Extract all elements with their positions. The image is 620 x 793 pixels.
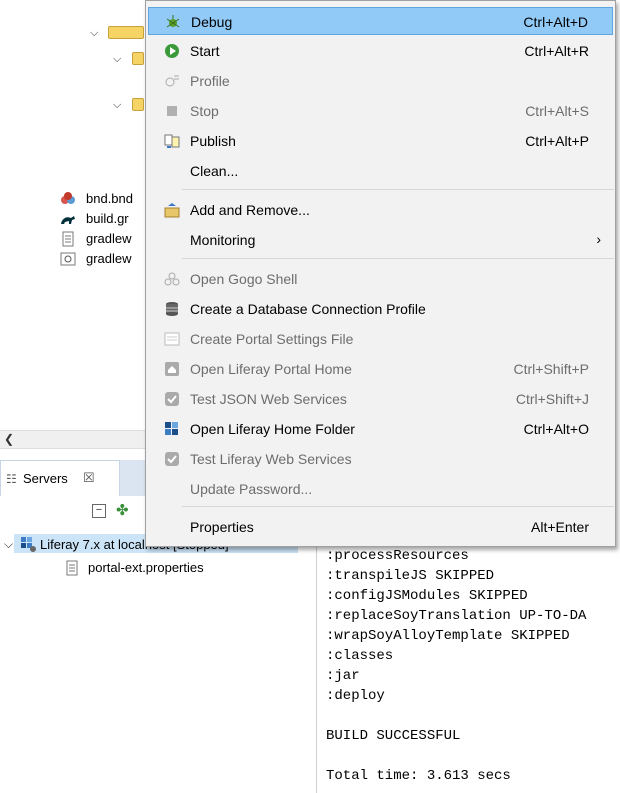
servers-icon: ☷ (6, 472, 17, 486)
menu-item-open-home-folder[interactable]: Open Liferay Home Folder Ctrl+Alt+O (148, 415, 613, 443)
menu-item-open-gogo-shell[interactable]: Open Gogo Shell (148, 265, 613, 293)
console-line: :deploy (326, 688, 385, 704)
menu-item-label: Clean... (190, 163, 239, 179)
menu-item-label: Properties (190, 519, 254, 535)
tab-label: Servers (23, 471, 68, 486)
scroll-left-arrow-icon[interactable]: ❮ (4, 431, 14, 448)
menu-item-properties[interactable]: Properties Alt+Enter (148, 513, 613, 541)
console-line: :processResources (326, 548, 469, 564)
folder-icon (108, 26, 144, 39)
debug-icon[interactable]: ✤ (116, 501, 129, 519)
menu-item-shortcut: Ctrl+Alt+D (523, 14, 588, 30)
menu-item-label: Create Portal Settings File (190, 331, 354, 347)
gogo-shell-icon (164, 271, 180, 287)
menu-item-label: Monitoring (190, 232, 256, 248)
folder-icon (132, 98, 144, 111)
menu-item-label: Stop (190, 103, 219, 119)
properties-file-icon (64, 560, 80, 576)
start-icon (164, 43, 180, 59)
menu-item-debug[interactable]: Debug Ctrl+Alt+D (148, 7, 613, 35)
settings-file-icon (164, 331, 180, 347)
menu-item-start[interactable]: Start Ctrl+Alt+R (148, 37, 613, 65)
menu-item-create-portal-settings[interactable]: Create Portal Settings File (148, 325, 613, 353)
menu-item-stop[interactable]: Stop Ctrl+Alt+S (148, 97, 613, 125)
menu-item-label: Open Gogo Shell (190, 271, 298, 287)
menu-item-shortcut: Ctrl+Alt+P (525, 133, 589, 149)
menu-item-shortcut: Ctrl+Shift+P (513, 361, 589, 377)
console-line: :classes (326, 648, 394, 664)
debug-icon (165, 14, 181, 30)
horizontal-scrollbar[interactable]: ❮ (0, 430, 145, 449)
home-icon (164, 361, 180, 377)
menu-item-shortcut: Ctrl+Alt+S (525, 103, 589, 119)
text-file-icon (60, 231, 76, 247)
profile-icon (164, 73, 180, 89)
menu-separator (182, 506, 614, 507)
tree-item-label: gradlew (86, 231, 132, 246)
console-line: :transpileJS SKIPPED (326, 568, 495, 584)
menu-separator (182, 258, 614, 259)
web-services-icon (164, 451, 180, 467)
menu-item-test-json-ws[interactable]: Test JSON Web Services Ctrl+Shift+J (148, 385, 613, 413)
chevron-down-icon[interactable]: ⌵ (90, 28, 100, 39)
menu-item-create-db-profile[interactable]: Create a Database Connection Profile (148, 295, 613, 323)
batch-file-icon (60, 251, 76, 267)
console-line: :replaceSoyTranslation UP-TO-DA (326, 608, 587, 624)
web-services-icon (164, 391, 180, 407)
console-output: :processResources :transpileJS SKIPPED :co… (318, 540, 620, 793)
tab-servers[interactable]: ☷ Servers ☒ (0, 460, 120, 496)
chevron-down-icon[interactable]: ⌵ (113, 100, 123, 111)
context-menu: Debug Ctrl+Alt+D Start Ctrl+Alt+R Profil… (145, 0, 616, 547)
menu-item-label: Create a Database Connection Profile (190, 301, 426, 317)
menu-item-open-portal-home[interactable]: Open Liferay Portal Home Ctrl+Shift+P (148, 355, 613, 383)
gradle-icon (60, 211, 76, 227)
menu-item-shortcut: Ctrl+Shift+J (515, 391, 589, 407)
close-icon[interactable]: ☒ (83, 470, 95, 486)
console-line: :wrapSoyAlloyTemplate SKIPPED (326, 628, 570, 644)
console-line: :configJSModules SKIPPED (326, 588, 528, 604)
menu-item-label: Add and Remove... (190, 202, 310, 218)
menu-item-label: Debug (191, 14, 233, 30)
console-line: Total time: 3.613 secs (326, 768, 511, 784)
tree-item-label: build.gr (86, 211, 129, 226)
liferay-icon (164, 421, 180, 437)
menu-item-label: Open Liferay Portal Home (190, 361, 352, 377)
menu-item-label: Publish (190, 133, 236, 149)
tree-item-label: bnd.bnd (86, 191, 133, 206)
publish-icon (164, 133, 180, 149)
menu-item-label: Open Liferay Home Folder (190, 421, 355, 437)
submenu-arrow-icon: › (596, 231, 601, 247)
menu-separator (182, 189, 614, 190)
database-icon (164, 301, 180, 317)
liferay-server-icon (20, 536, 36, 552)
console-line: :jar (326, 668, 360, 684)
menu-item-label: Start (190, 43, 220, 59)
collapse-all-icon[interactable]: − (92, 504, 106, 518)
folder-icon (132, 52, 144, 65)
chevron-down-icon[interactable]: ⌵ (113, 54, 123, 65)
menu-item-test-liferay-ws[interactable]: Test Liferay Web Services (148, 445, 613, 473)
tree-item-label: gradlew (86, 251, 132, 266)
stop-icon (164, 103, 180, 119)
menu-item-publish[interactable]: Publish Ctrl+Alt+P (148, 127, 613, 155)
menu-item-add-remove[interactable]: Add and Remove... (148, 196, 613, 224)
menu-item-label: Update Password... (190, 481, 313, 497)
menu-item-label: Test Liferay Web Services (190, 451, 352, 467)
menu-item-shortcut: Ctrl+Alt+R (524, 43, 589, 59)
child-file-label[interactable]: portal-ext.properties (88, 560, 204, 575)
add-remove-icon (164, 202, 180, 218)
bnd-file-icon (60, 191, 76, 207)
menu-item-label: Test JSON Web Services (190, 391, 347, 407)
menu-item-monitoring[interactable]: Monitoring › (148, 226, 613, 254)
menu-item-profile[interactable]: Profile (148, 67, 613, 95)
menu-item-clean[interactable]: Clean... (148, 157, 613, 185)
view-divider (316, 536, 317, 793)
menu-item-update-password[interactable]: Update Password... (148, 475, 613, 503)
console-line: BUILD SUCCESSFUL (326, 728, 461, 744)
menu-item-shortcut: Alt+Enter (531, 519, 589, 535)
menu-item-label: Profile (190, 73, 230, 89)
chevron-down-icon[interactable]: ⌵ (4, 537, 13, 552)
menu-item-shortcut: Ctrl+Alt+O (523, 421, 589, 437)
